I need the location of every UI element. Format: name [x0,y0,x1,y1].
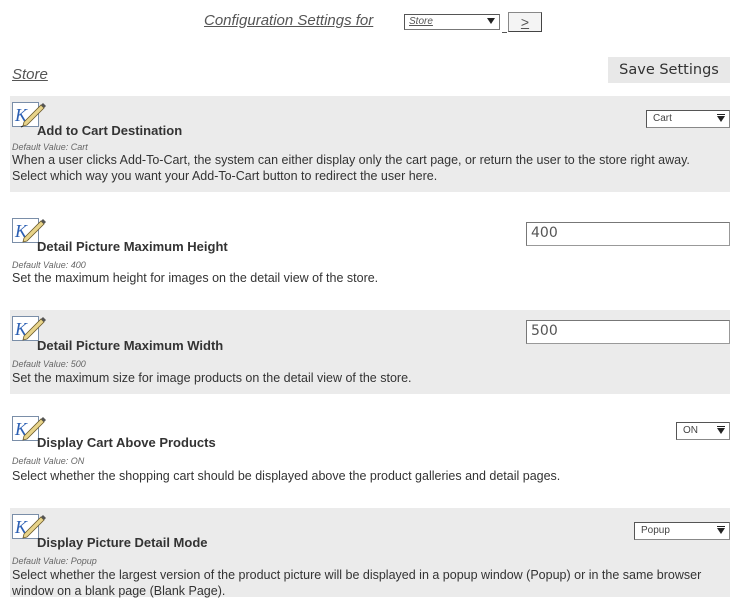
setting-title: Display Cart Above Products [37,435,216,450]
save-settings-button[interactable]: Save Settings [608,57,730,83]
store-select-value: Store [409,16,433,27]
chevron-down-icon [717,526,725,534]
chevron-down-icon [717,114,725,122]
setting-description: Set the maximum size for image products … [12,371,412,385]
chevron-down-icon [717,426,725,434]
setting-description: When a user clicks Add-To-Cart, the syst… [12,153,690,183]
select-value: Popup [641,525,670,536]
setting-default: Default Value: Cart [12,142,88,152]
picture-detail-mode-select[interactable]: Popup [634,522,730,540]
setting-description: Select whether the largest version of th… [12,568,702,598]
setting-display-picture-detail-mode: K Display Picture Detail Mode Default Va… [10,508,730,598]
setting-default: Default Value: 500 [12,359,86,369]
setting-title: Detail Picture Maximum Height [37,239,228,254]
setting-detail-picture-max-height: K Detail Picture Maximum Height Default … [10,212,730,298]
setting-default: Default Value: ON [12,456,85,466]
store-select[interactable]: Store [404,14,500,30]
setting-default: Default Value: Popup [12,556,97,566]
select-value: ON [683,425,698,436]
go-button[interactable]: > [508,12,542,32]
chevron-down-icon [487,18,495,24]
cart-above-products-select[interactable]: ON [676,422,730,440]
config-title: Configuration Settings for [204,12,374,29]
setting-title: Add to Cart Destination [37,123,183,138]
setting-description: Select whether the shopping cart should … [12,469,561,483]
cart-destination-select[interactable]: Cart [646,110,730,128]
max-width-input[interactable]: 500 [526,320,730,344]
setting-description: Set the maximum height for images on the… [12,271,379,285]
config-header: Configuration Settings for Store > [0,8,730,34]
max-height-input[interactable]: 400 [526,222,730,246]
setting-detail-picture-max-width: K Detail Picture Maximum Width Default V… [10,310,730,394]
select-value: Cart [653,113,672,124]
setting-display-cart-above-products: K Display Cart Above Products Default Va… [10,410,730,496]
underline-gap [502,32,507,33]
setting-title: Display Picture Detail Mode [37,535,208,550]
setting-add-to-cart-destination: K Add to Cart Destination Default Value:… [10,96,730,192]
setting-title: Detail Picture Maximum Width [37,338,224,353]
store-link[interactable]: Store [12,66,48,83]
setting-default: Default Value: 400 [12,260,86,270]
